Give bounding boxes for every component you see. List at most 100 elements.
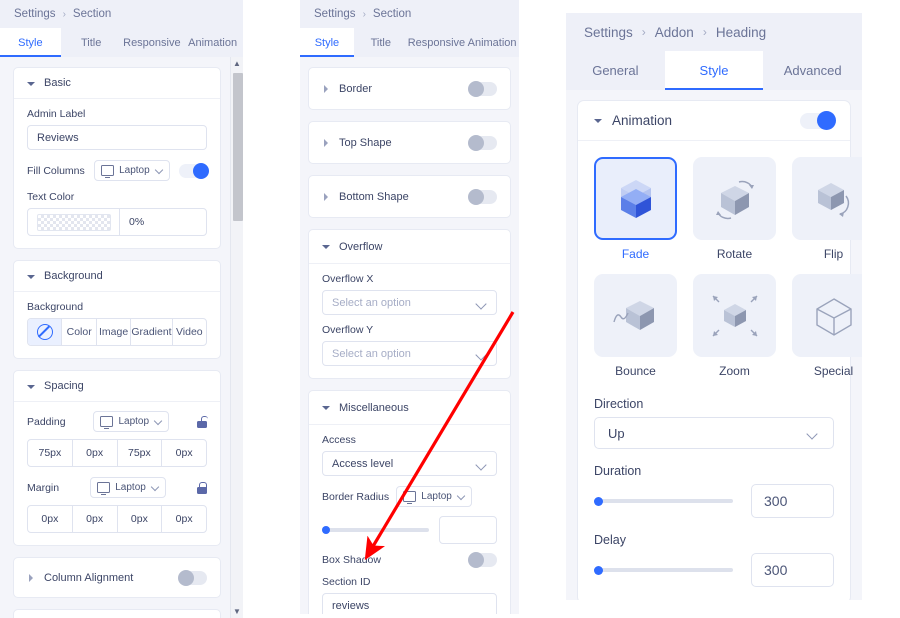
- access-select[interactable]: Access level: [322, 451, 497, 476]
- tab-style[interactable]: Style: [300, 28, 354, 57]
- text-color-opacity-input[interactable]: 0%: [120, 209, 206, 235]
- tab-responsive[interactable]: Responsive: [408, 28, 465, 57]
- toggle-knob: [468, 188, 484, 205]
- slider-thumb[interactable]: [594, 565, 603, 575]
- section-header-overflow[interactable]: Overflow: [309, 230, 510, 264]
- padding-left-input[interactable]: 0px: [162, 440, 206, 466]
- margin-left-value: 0px: [175, 513, 193, 525]
- animation-tile-bounce[interactable]: Bounce: [594, 274, 677, 378]
- tab-title[interactable]: Title: [354, 28, 408, 57]
- section-header-animation[interactable]: Animation: [578, 101, 850, 141]
- admin-label-input[interactable]: Reviews: [27, 125, 207, 150]
- tab-advanced[interactable]: Advanced: [763, 51, 862, 90]
- fill-columns-device-select[interactable]: Laptop: [94, 160, 170, 181]
- delay-control-row: 300: [594, 553, 834, 587]
- border-radius-input[interactable]: [439, 516, 497, 544]
- padding-device-select[interactable]: Laptop: [93, 411, 170, 432]
- toggle-knob: [178, 569, 194, 586]
- slider-thumb[interactable]: [322, 526, 330, 534]
- breadcrumb-item-section[interactable]: Section: [73, 8, 111, 20]
- padding-top-input[interactable]: 75px: [28, 440, 73, 466]
- background-option-image[interactable]: Image: [97, 319, 132, 345]
- animation-tile-flip-box[interactable]: [792, 157, 862, 240]
- breadcrumb-item-settings[interactable]: Settings: [14, 8, 56, 20]
- delay-slider[interactable]: [594, 562, 733, 578]
- breadcrumb-item-heading[interactable]: Heading: [716, 25, 766, 40]
- tab-bar: General Style Advanced: [566, 51, 862, 90]
- overflow-y-select[interactable]: Select an option: [322, 341, 497, 366]
- section-header-miscellaneous[interactable]: Miscellaneous: [309, 391, 510, 425]
- background-option-color[interactable]: Color: [62, 319, 97, 345]
- tab-animation[interactable]: Animation: [465, 28, 519, 57]
- animation-tile-fade[interactable]: Fade: [594, 157, 677, 261]
- animation-tile-bounce-box[interactable]: [594, 274, 677, 357]
- duration-input[interactable]: 300: [751, 484, 834, 518]
- section-card-stretch-section: Stretch Section Stretch Section: [13, 609, 221, 618]
- duration-slider[interactable]: [594, 493, 733, 509]
- breadcrumb-item-section[interactable]: Section: [373, 8, 411, 20]
- margin-top-input[interactable]: 0px: [28, 506, 73, 532]
- breadcrumb-item-settings[interactable]: Settings: [584, 25, 633, 40]
- background-option-gradient[interactable]: Gradient: [131, 319, 173, 345]
- section-header-top-shape[interactable]: Top Shape: [309, 122, 510, 163]
- column-alignment-toggle[interactable]: [178, 569, 207, 586]
- scroll-up-arrow-icon[interactable]: ▲: [231, 57, 243, 70]
- animation-tile-special[interactable]: Special: [792, 274, 862, 378]
- margin-device-select[interactable]: Laptop: [90, 477, 166, 498]
- section-header-basic[interactable]: Basic: [14, 68, 220, 99]
- animation-tile-rotate[interactable]: Rotate: [693, 157, 776, 261]
- margin-lock-icon[interactable]: [196, 481, 207, 494]
- text-color-swatch[interactable]: [28, 209, 120, 235]
- tab-animation[interactable]: Animation: [182, 28, 243, 57]
- animation-tile-special-box[interactable]: [792, 274, 862, 357]
- tab-responsive[interactable]: Responsive: [122, 28, 183, 57]
- section-header-spacing[interactable]: Spacing: [14, 371, 220, 402]
- border-radius-slider[interactable]: [322, 523, 429, 537]
- delay-input[interactable]: 300: [751, 553, 834, 587]
- section-header-bottom-shape[interactable]: Bottom Shape: [309, 176, 510, 217]
- animation-tile-fade-box[interactable]: [594, 157, 677, 240]
- animation-tile-rotate-label: Rotate: [716, 247, 753, 261]
- animation-toggle[interactable]: [800, 111, 836, 130]
- tab-general[interactable]: General: [566, 51, 665, 90]
- section-header-border[interactable]: Border: [309, 68, 510, 109]
- admin-label-label: Admin Label: [27, 108, 86, 120]
- section-header-stretch-section[interactable]: Stretch Section: [14, 610, 220, 618]
- section-header-background[interactable]: Background: [14, 261, 220, 292]
- margin-bottom-input[interactable]: 0px: [118, 506, 163, 532]
- margin-right-input[interactable]: 0px: [73, 506, 118, 532]
- breadcrumb-item-settings[interactable]: Settings: [314, 8, 356, 20]
- padding-lock-icon[interactable]: [196, 415, 208, 428]
- background-option-video[interactable]: Video: [173, 319, 206, 345]
- breadcrumb-item-addon[interactable]: Addon: [655, 25, 694, 40]
- margin-left-input[interactable]: 0px: [162, 506, 206, 532]
- tab-style[interactable]: Style: [664, 51, 764, 90]
- overflow-x-select[interactable]: Select an option: [322, 290, 497, 315]
- top-shape-toggle[interactable]: [468, 134, 497, 151]
- section-id-input[interactable]: reviews: [322, 593, 497, 614]
- breadcrumb: Settings › Section: [300, 0, 519, 28]
- cube-fade-icon: [620, 179, 651, 218]
- animation-tile-zoom[interactable]: Zoom: [693, 274, 776, 378]
- left-panel-scrollbar[interactable]: ▲ ▼: [230, 57, 243, 618]
- border-radius-device-select[interactable]: Laptop: [396, 486, 472, 507]
- padding-right-input[interactable]: 0px: [73, 440, 118, 466]
- animation-tile-flip[interactable]: Flip: [792, 157, 862, 261]
- direction-select[interactable]: Up: [594, 417, 834, 449]
- tab-style[interactable]: Style: [0, 28, 61, 57]
- background-option-none[interactable]: [28, 319, 63, 345]
- fill-columns-toggle[interactable]: [178, 162, 209, 179]
- slider-thumb[interactable]: [594, 496, 603, 506]
- padding-bottom-input[interactable]: 75px: [118, 440, 163, 466]
- animation-tile-zoom-box[interactable]: [693, 274, 776, 357]
- animation-type-grid: Fade Rotate Flip Bounce Zoom Special: [594, 157, 862, 378]
- bottom-shape-toggle[interactable]: [468, 188, 497, 205]
- scroll-down-arrow-icon[interactable]: ▼: [231, 605, 243, 618]
- scrollbar-thumb[interactable]: [232, 73, 243, 221]
- box-shadow-toggle[interactable]: [468, 552, 497, 568]
- slider-track: [322, 528, 429, 532]
- tab-title[interactable]: Title: [61, 28, 122, 57]
- border-toggle[interactable]: [468, 80, 497, 97]
- section-header-column-alignment[interactable]: Column Alignment: [14, 558, 220, 597]
- animation-tile-rotate-box[interactable]: [693, 157, 776, 240]
